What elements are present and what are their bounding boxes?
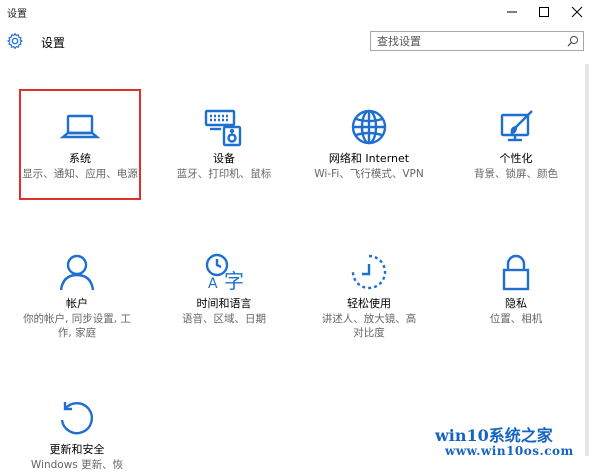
watermark-line1: win10系统之家 [435, 426, 553, 445]
scrollbar[interactable] [585, 64, 589, 456]
gear-icon [7, 32, 23, 50]
tile-privacy-name: 隐私 [505, 297, 527, 310]
tile-network-name: 网络和 Internet [328, 152, 410, 165]
maximize-icon [539, 7, 549, 17]
tile-devices-desc: 蓝牙、打印机、鼠标 [176, 168, 272, 180]
svg-text:字: 字 [224, 269, 244, 293]
tile-ease-of-access-name: 轻松使用 [347, 297, 391, 310]
search-icon[interactable] [567, 35, 579, 47]
minimize-icon [507, 11, 517, 13]
tile-accounts-desc: 你的帐户, 同步设置, 工作, 家庭 [23, 313, 131, 339]
minimize-button[interactable] [497, 0, 527, 24]
person-icon [59, 254, 95, 291]
tile-time-language[interactable]: 字 A 时间和语言 语音、区域、日期 [165, 252, 283, 326]
tile-network-desc: Wi-Fi、飞行模式、VPN [314, 168, 424, 180]
maximize-button[interactable] [529, 0, 559, 24]
refresh-icon [60, 401, 94, 435]
tile-accounts-name: 帐户 [66, 297, 88, 310]
watermark: win10系统之家 www.win10os.com [431, 422, 591, 462]
tile-system-desc: 显示、通知、应用、电源 [22, 168, 138, 180]
tile-update-security-name: 更新和安全 [49, 443, 105, 456]
tile-devices[interactable]: 设备 蓝牙、打印机、鼠标 [165, 107, 283, 181]
search-input[interactable] [371, 32, 567, 50]
tile-ease-of-access-desc: 讲述人、放大镜、高对比度 [321, 313, 417, 339]
lock-icon [502, 254, 530, 291]
window-title: 设置 [7, 9, 27, 20]
svg-text:A: A [208, 276, 218, 292]
page-title: 设置 [41, 36, 66, 50]
paint-icon [500, 110, 533, 142]
tile-time-language-desc: 语音、区域、日期 [182, 313, 266, 325]
globe-icon [351, 109, 387, 145]
tile-time-language-name: 时间和语言 [196, 297, 252, 310]
close-icon [571, 6, 583, 18]
tile-network[interactable]: 网络和 Internet Wi-Fi、飞行模式、VPN [310, 107, 428, 181]
tile-accounts[interactable]: 帐户 你的帐户, 同步设置, 工作, 家庭 [18, 252, 136, 340]
time-language-icon: 字 A [205, 253, 244, 293]
tile-privacy[interactable]: 隐私 位置、相机 [457, 252, 575, 326]
title-bar: 设置 [0, 0, 600, 24]
settings-header: 设置 [0, 26, 600, 58]
close-button[interactable] [562, 0, 592, 24]
tile-privacy-desc: 位置、相机 [489, 313, 543, 325]
tile-personalization[interactable]: 个性化 背景、锁屏、颜色 [457, 107, 575, 181]
tile-ease-of-access[interactable]: 轻松使用 讲述人、放大镜、高对比度 [310, 252, 428, 340]
tile-update-security-desc: Windows 更新、恢 [30, 459, 124, 471]
tile-update-security[interactable]: 更新和安全 Windows 更新、恢 [18, 398, 136, 472]
laptop-icon [59, 114, 101, 139]
watermark-line2: www.win10os.com [445, 444, 574, 458]
tile-personalization-name: 个性化 [499, 152, 533, 165]
tile-personalization-desc: 背景、锁屏、颜色 [474, 168, 558, 180]
tile-system-name: 系统 [69, 152, 91, 165]
tile-system[interactable]: 系统 显示、通知、应用、电源 [21, 107, 139, 181]
tile-devices-name: 设备 [213, 152, 235, 165]
ease-of-access-icon [351, 254, 387, 290]
keyboard-speaker-icon [204, 109, 242, 147]
search-box[interactable] [370, 31, 584, 51]
